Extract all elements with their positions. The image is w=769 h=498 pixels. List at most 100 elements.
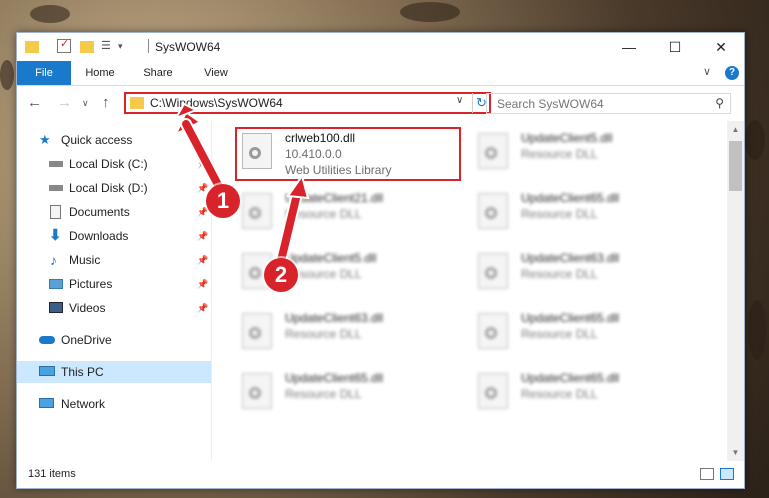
file-tile-crlweb100[interactable]: crlweb100.dll 10.410.0.0 Web Utilities L… bbox=[235, 127, 461, 181]
sidebar-item-pictures[interactable]: Pictures 📌 bbox=[17, 273, 211, 295]
sidebar-item-label: Local Disk (D:) bbox=[69, 181, 148, 195]
dll-file-icon bbox=[242, 133, 272, 169]
file-description: Resource DLL bbox=[521, 147, 598, 161]
search-icon[interactable]: ⚲ bbox=[715, 96, 724, 110]
file-name: UpdateClient5.dll bbox=[285, 251, 377, 265]
file-description: Resource DLL bbox=[285, 207, 362, 221]
dll-file-icon bbox=[242, 373, 272, 409]
sidebar-item-label: Music bbox=[69, 253, 101, 267]
network-icon bbox=[39, 398, 54, 408]
dll-file-icon bbox=[478, 253, 508, 289]
navigation-pane: ★ Quick access Local Disk (C:) 📌 Local D… bbox=[17, 121, 212, 461]
recent-locations-icon[interactable]: ∨ bbox=[82, 98, 89, 109]
dll-file-icon bbox=[478, 373, 508, 409]
minimize-button[interactable]: — bbox=[606, 33, 652, 61]
file-description: Resource DLL bbox=[521, 207, 598, 221]
sidebar-item-label: Pictures bbox=[69, 277, 113, 291]
dropdown-icon[interactable]: ▾ bbox=[118, 41, 132, 55]
sidebar-item-label: Quick access bbox=[61, 133, 133, 147]
file-tile[interactable]: UpdateClient63.dll Resource DLL bbox=[471, 247, 697, 301]
folder-icon bbox=[130, 97, 144, 109]
gear-icon bbox=[485, 327, 497, 339]
sidebar-item-documents[interactable]: Documents 📌 bbox=[17, 201, 211, 223]
tiles-view-icon[interactable] bbox=[720, 468, 734, 480]
scroll-thumb[interactable] bbox=[729, 141, 742, 191]
up-arrow-icon[interactable]: ↑ bbox=[102, 94, 110, 111]
file-tile[interactable]: UpdateClient65.dll Resource DLL bbox=[235, 367, 461, 421]
vertical-scrollbar[interactable]: ▲ ▼ bbox=[727, 121, 744, 461]
tab-view[interactable]: View bbox=[193, 61, 239, 85]
file-list: crlweb100.dll 10.410.0.0 Web Utilities L… bbox=[213, 121, 727, 461]
gear-icon bbox=[249, 387, 261, 399]
file-name: UpdateClient21.dll bbox=[285, 191, 384, 205]
sidebar-item-quick-access[interactable]: ★ Quick access bbox=[17, 129, 211, 151]
expand-ribbon-icon[interactable]: ∨ bbox=[703, 65, 711, 78]
help-icon[interactable]: ? bbox=[725, 66, 739, 80]
gear-icon bbox=[249, 207, 261, 219]
pin-icon: 📌 bbox=[197, 159, 209, 169]
sidebar-item-local-disk-d[interactable]: Local Disk (D:) 📌 bbox=[17, 177, 211, 199]
file-description: Resource DLL bbox=[285, 387, 362, 401]
forward-arrow-icon[interactable]: → bbox=[57, 94, 72, 111]
file-name: UpdateClient63.dll bbox=[521, 251, 620, 265]
step-badge-1: 1 bbox=[206, 184, 240, 218]
file-tile[interactable]: UpdateClient65.dll Resource DLL bbox=[471, 187, 697, 241]
drive-icon bbox=[49, 161, 63, 167]
file-version: 10.410.0.0 bbox=[285, 147, 342, 161]
customize-toolbar-icon[interactable]: ☰ bbox=[101, 39, 115, 53]
tab-share[interactable]: Share bbox=[135, 61, 181, 85]
file-tile[interactable]: UpdateClient21.dll Resource DLL bbox=[235, 187, 461, 241]
new-folder-icon[interactable] bbox=[80, 41, 94, 53]
file-description: Resource DLL bbox=[521, 387, 598, 401]
chevron-down-icon[interactable]: ∨ bbox=[456, 95, 463, 106]
properties-icon[interactable]: ✓ bbox=[57, 38, 71, 53]
sidebar-item-label: Network bbox=[61, 397, 106, 411]
gear-icon bbox=[249, 327, 261, 339]
file-tile[interactable]: UpdateClient65.dll Resource DLL bbox=[471, 307, 697, 361]
sidebar-item-onedrive[interactable]: OneDrive bbox=[17, 329, 211, 351]
file-name: UpdateClient65.dll bbox=[521, 311, 620, 325]
scroll-up-icon[interactable]: ▲ bbox=[727, 121, 744, 138]
window-title: SysWOW64 bbox=[155, 40, 221, 54]
gear-icon bbox=[485, 147, 497, 159]
sidebar-item-videos[interactable]: Videos 📌 bbox=[17, 297, 211, 319]
sidebar-item-local-disk-c[interactable]: Local Disk (C:) 📌 bbox=[17, 153, 211, 175]
address-path[interactable]: C:\Windows\SysWOW64 bbox=[150, 96, 283, 110]
close-button[interactable]: ✕ bbox=[698, 33, 744, 61]
details-view-icon[interactable] bbox=[700, 468, 714, 480]
pin-icon: 📌 bbox=[197, 279, 209, 289]
search-box[interactable]: ⚲ bbox=[486, 93, 731, 114]
file-tile[interactable]: UpdateClient5.dll Resource DLL bbox=[471, 127, 697, 181]
videos-icon bbox=[49, 302, 63, 313]
pin-icon: 📌 bbox=[197, 231, 209, 241]
pictures-icon bbox=[49, 279, 63, 289]
dll-file-icon bbox=[478, 133, 508, 169]
pin-icon: 📌 bbox=[197, 255, 209, 265]
gear-icon bbox=[485, 267, 497, 279]
sidebar-item-downloads[interactable]: ⬇ Downloads 📌 bbox=[17, 225, 211, 247]
file-tile[interactable]: UpdateClient65.dll Resource DLL bbox=[471, 367, 697, 421]
cloud-icon bbox=[39, 336, 55, 344]
downloads-icon: ⬇ bbox=[49, 227, 62, 244]
drive-icon bbox=[49, 185, 63, 191]
explorer-window: ✓ ☰ ▾ SysWOW64 — ☐ ✕ File Home Share Vie… bbox=[16, 32, 745, 489]
star-icon: ★ bbox=[39, 132, 51, 147]
dll-file-icon bbox=[242, 193, 272, 229]
sidebar-item-this-pc[interactable]: This PC bbox=[17, 361, 211, 383]
sidebar-item-music[interactable]: ♪ Music 📌 bbox=[17, 249, 211, 271]
item-count: 131 items bbox=[28, 468, 76, 480]
tab-file[interactable]: File bbox=[17, 61, 71, 85]
scroll-down-icon[interactable]: ▼ bbox=[727, 444, 744, 461]
dll-file-icon bbox=[242, 313, 272, 349]
search-input[interactable] bbox=[495, 96, 704, 112]
file-tile[interactable]: UpdateClient63.dll Resource DLL bbox=[235, 307, 461, 361]
title-separator bbox=[148, 39, 149, 53]
sidebar-item-network[interactable]: Network bbox=[17, 393, 211, 415]
file-name: UpdateClient65.dll bbox=[285, 371, 384, 385]
maximize-button[interactable]: ☐ bbox=[652, 33, 698, 61]
navigation-bar: ← → ∨ ↑ C:\Windows\SysWOW64 ∨ ↻ ⚲ bbox=[17, 86, 744, 120]
step-badge-2: 2 bbox=[264, 258, 298, 292]
tab-home[interactable]: Home bbox=[77, 61, 123, 85]
back-arrow-icon[interactable]: ← bbox=[27, 94, 42, 111]
address-bar[interactable]: C:\Windows\SysWOW64 ∨ ↻ bbox=[124, 92, 491, 114]
